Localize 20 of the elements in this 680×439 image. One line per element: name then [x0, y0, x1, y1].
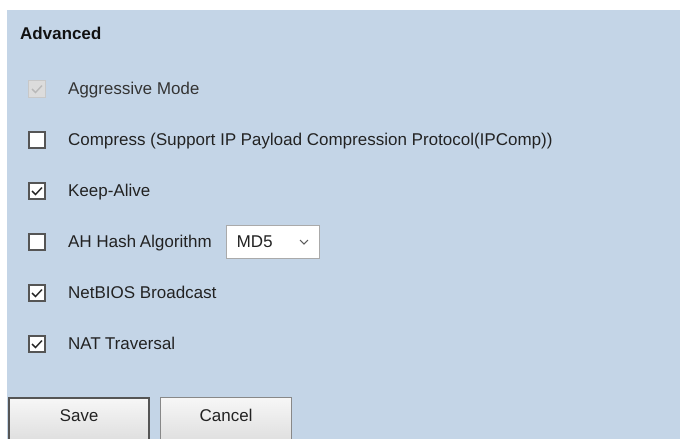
option-label: AH Hash Algorithm — [68, 232, 212, 252]
checkbox[interactable] — [28, 182, 46, 200]
option-label: Aggressive Mode — [68, 79, 200, 99]
check-icon — [30, 184, 44, 198]
save-button[interactable]: Save — [8, 397, 150, 439]
cancel-button[interactable]: Cancel — [160, 397, 292, 439]
section-title: Advanced — [20, 24, 102, 45]
caret-icon — [298, 239, 309, 245]
hash-select[interactable]: MD5 — [226, 225, 320, 259]
option-label: Keep-Alive — [68, 181, 150, 201]
checkbox[interactable] — [28, 284, 46, 302]
option-label: Compress (Support IP Payload Compression Protocol(IPComp)) — [68, 130, 552, 150]
checkbox[interactable] — [28, 131, 46, 149]
check-icon — [30, 286, 44, 300]
option-label: NAT Traversal — [68, 334, 176, 354]
checkbox[interactable] — [28, 233, 46, 251]
checkbox[interactable] — [28, 335, 46, 353]
check-icon — [30, 82, 44, 96]
check-icon — [30, 337, 44, 351]
option-label: NetBIOS Broadcast — [68, 283, 216, 303]
